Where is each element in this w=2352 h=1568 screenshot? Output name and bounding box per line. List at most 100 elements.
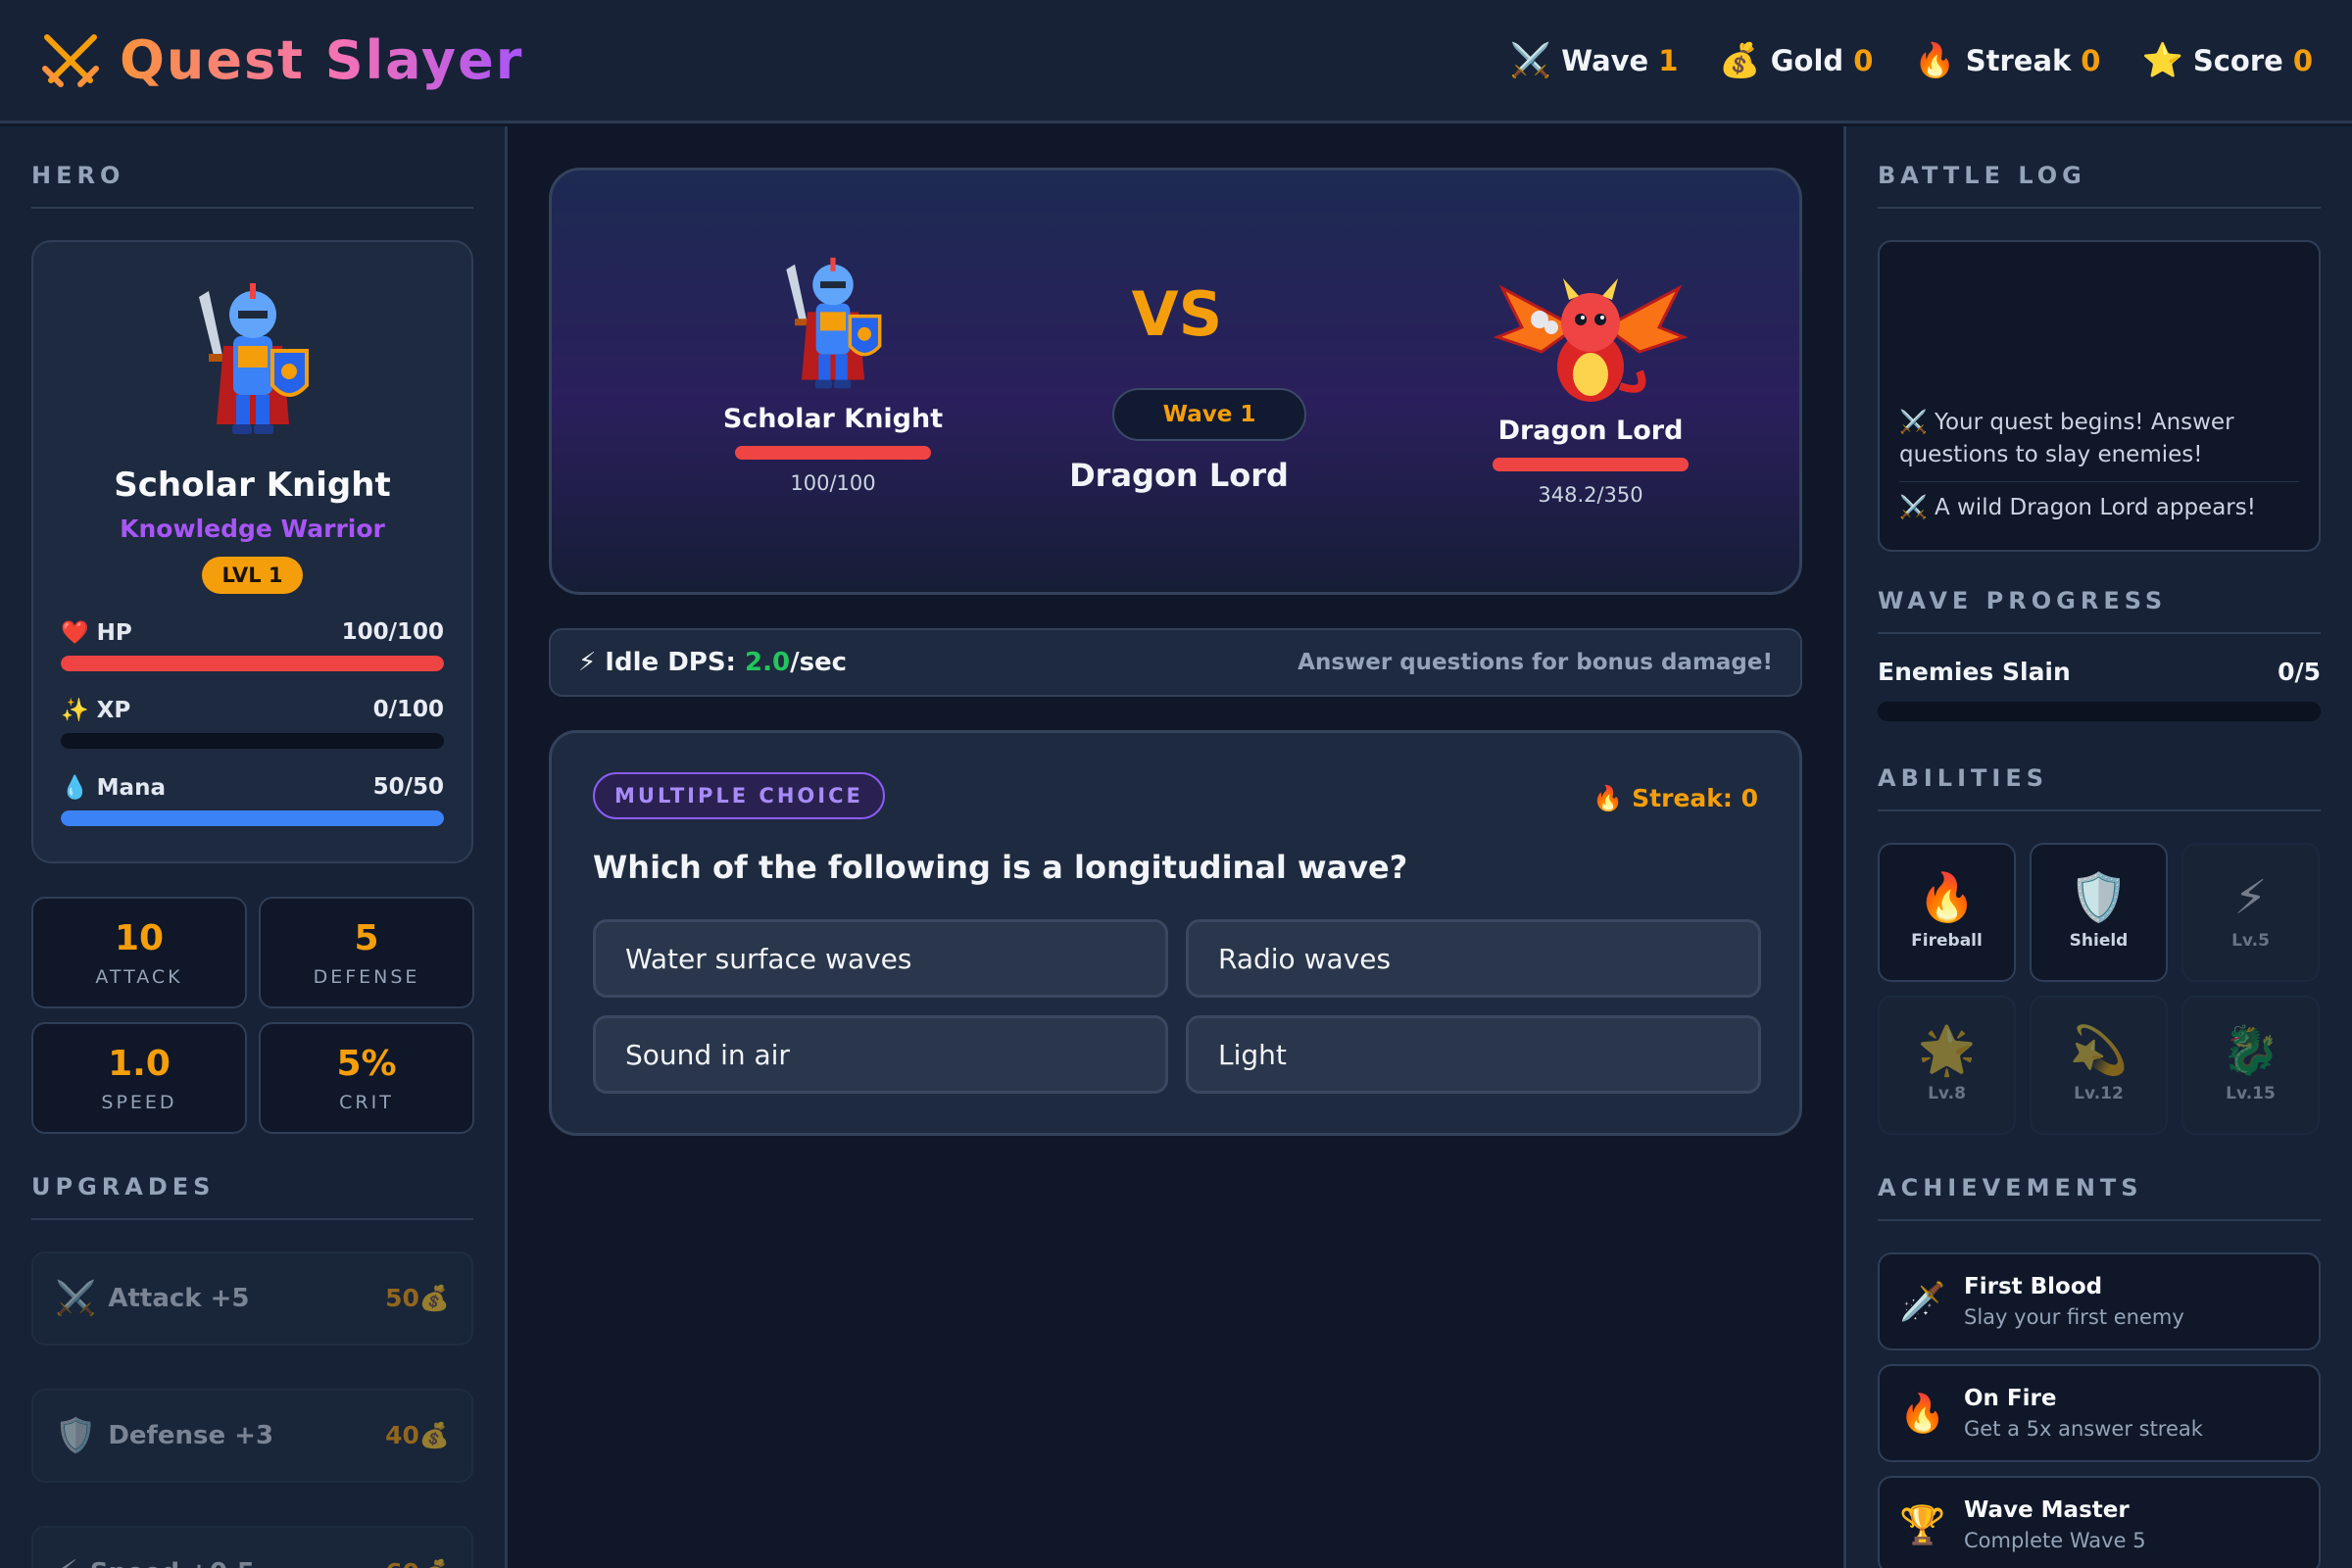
xp-row: ✨ XP 0/100: [61, 697, 444, 723]
stat-streak: 🔥 Streak 0: [1914, 41, 2100, 80]
enemy-hp-bar: [1493, 458, 1689, 471]
mana-bar-fill: [61, 810, 444, 826]
stat-value: 1.0: [108, 1043, 171, 1084]
trophy-icon: 🏆: [1899, 1502, 1946, 1546]
ability-shield-button[interactable]: 🛡️ Shield: [2030, 843, 2168, 982]
upgrade-attack-button[interactable]: ⚔️ Attack +5 50💰: [31, 1251, 473, 1346]
hero-combatant: Scholar Knight 100/100: [706, 237, 960, 495]
stat-label: ATTACK: [95, 965, 183, 988]
enemy-name: Dragon Lord: [1497, 416, 1684, 446]
header-stats: ⚔️ Wave 1 💰 Gold 0 🔥 Streak 0 ⭐ Score 0: [1510, 41, 2313, 80]
upgrade-cost: 40💰: [385, 1421, 450, 1449]
question-text: Which of the following is a longitudinal…: [593, 849, 1408, 886]
stat-score: ⭐ Score 0: [2141, 41, 2313, 80]
question-type-badge: MULTIPLE CHOICE: [593, 772, 885, 819]
answer-option[interactable]: Water surface waves: [593, 919, 1168, 998]
abilities-title: ABILITIES: [1878, 764, 2321, 811]
hero-stats: 10 ATTACK 5 DEFENSE 1.0 SPEED 5% CRIT: [31, 897, 474, 1134]
stat-gold: 💰 Gold 0: [1719, 41, 1873, 80]
answer-option[interactable]: Light: [1186, 1015, 1761, 1094]
stat-crit: 5% CRIT: [259, 1022, 474, 1134]
swords-icon: ⚔️: [1509, 40, 1552, 80]
abilities-grid: 🔥 Fireball 🛡️ Shield ⚡ Lv.5 🌟 Lv.8 💫 Lv.…: [1878, 843, 2321, 1135]
shield-icon: 🛡️: [2069, 870, 2129, 925]
bonus-hint: Answer questions for bonus damage!: [1298, 650, 1773, 675]
mana-bar: [61, 810, 444, 826]
upgrade-cost: 50💰: [385, 1284, 450, 1312]
enemies-slain-value: 0/5: [2278, 658, 2321, 686]
shield-icon: 🛡️: [55, 1416, 97, 1455]
streak-counter: 🔥 Streak: 0: [1592, 784, 1758, 812]
battle-arena: Scholar Knight 100/100 VS Wave 1 Dragon …: [549, 168, 1802, 595]
xp-value: 0/100: [372, 697, 444, 722]
ability-locked-lv5: ⚡ Lv.5: [2181, 843, 2320, 982]
hero-battle-name: Scholar Knight: [722, 404, 944, 434]
hero-class: Knowledge Warrior: [120, 514, 385, 543]
main-area: Scholar Knight 100/100 VS Wave 1 Dragon …: [508, 126, 1843, 1568]
hp-row: ❤️ HP 100/100: [61, 619, 444, 646]
star-icon: ⭐: [2141, 40, 2183, 80]
xp-label: XP: [96, 698, 131, 723]
question-card: MULTIPLE CHOICE 🔥 Streak: 0 Which of the…: [549, 730, 1802, 1136]
upgrade-speed-button[interactable]: ⚡ Speed +0.5 60💰: [31, 1526, 473, 1568]
dragon-icon: 🐉: [2221, 1023, 2280, 1078]
hp-label: HP: [96, 620, 132, 646]
ability-locked-lv12: 💫 Lv.12: [2030, 996, 2168, 1135]
ability-label: Shield: [2069, 931, 2129, 951]
fire-icon: 🔥: [1917, 870, 1977, 925]
log-entry: ⚔️ Your quest begins! Answer questions t…: [1899, 397, 2299, 482]
ability-label: Fireball: [1911, 931, 1983, 951]
wave-badge: Wave 1: [1112, 388, 1306, 441]
battle-log[interactable]: ⚔️ Your quest begins! Answer questions t…: [1878, 240, 2321, 552]
top-bar: Quest Slayer ⚔️ Wave 1 💰 Gold 0 🔥 Streak…: [0, 0, 2352, 123]
mana-label: Mana: [96, 775, 166, 801]
answer-option[interactable]: Sound in air: [593, 1015, 1168, 1094]
stat-attack: 10 ATTACK: [31, 897, 247, 1008]
answer-option[interactable]: Radio waves: [1186, 919, 1761, 998]
upgrade-label: Speed +0.5: [90, 1558, 255, 1568]
upgrade-defense-button[interactable]: 🛡️ Defense +3 40💰: [31, 1389, 473, 1483]
enemy-combatant: Dragon Lord 348.2/350: [1463, 259, 1718, 507]
upgrades-section-title: UPGRADES: [31, 1173, 473, 1220]
stat-label: CRIT: [339, 1091, 394, 1113]
stat-speed: 1.0 SPEED: [31, 1022, 247, 1134]
droplet-icon: 💧: [61, 775, 89, 801]
hero-name: Scholar Knight: [114, 466, 391, 505]
stat-defense: 5 DEFENSE: [259, 897, 474, 1008]
lightning-icon: ⚡: [2233, 870, 2268, 925]
stat-value: 0: [2081, 43, 2101, 77]
lightning-icon: ⚡: [55, 1553, 78, 1568]
upgrade-cost: 60💰: [385, 1558, 450, 1568]
stat-label: SPEED: [101, 1091, 177, 1113]
stat-label: Score: [2192, 43, 2283, 77]
dizzy-star-icon: 💫: [2069, 1023, 2129, 1078]
ability-fireball-button[interactable]: 🔥 Fireball: [1878, 843, 2016, 982]
achievement-on-fire: 🔥 On Fire Get a 5x answer streak: [1878, 1364, 2321, 1462]
left-panel: HERO Scholar Knight Knowledge Warrior LV…: [0, 126, 508, 1568]
sparkles-icon: ✨: [61, 698, 89, 723]
achievement-desc: Get a 5x answer streak: [1964, 1417, 2203, 1441]
stat-value: 0: [1853, 43, 1874, 77]
xp-bar: [61, 733, 444, 749]
wave-progress-title: WAVE PROGRESS: [1878, 587, 2321, 634]
upgrade-label: Defense +3: [108, 1421, 274, 1450]
idle-dps-value: 2.0: [745, 648, 791, 677]
enemies-slain-label: Enemies Slain: [1878, 658, 2071, 686]
ability-label: Lv.15: [2226, 1084, 2276, 1103]
right-panel: BATTLE LOG ⚔️ Your quest begins! Answer …: [1843, 126, 2352, 1568]
ability-label: Lv.8: [1928, 1084, 1966, 1103]
star-icon: 🌟: [1917, 1023, 1977, 1078]
answer-options: Water surface waves Radio waves Sound in…: [593, 919, 1761, 1094]
knight-icon: [786, 257, 882, 389]
stat-value: 0: [2292, 43, 2313, 77]
idle-dps-unit: /sec: [790, 648, 848, 677]
stat-value: 10: [114, 917, 165, 958]
stat-value: 5: [354, 917, 379, 958]
achievement-wave-master: 🏆 Wave Master Complete Wave 5: [1878, 1476, 2321, 1568]
hp-value: 100/100: [341, 619, 444, 645]
vs-label: VS: [1131, 278, 1223, 350]
heart-icon: ❤️: [61, 620, 89, 646]
stat-label: Wave: [1561, 43, 1649, 77]
hero-card: Scholar Knight Knowledge Warrior LVL 1 ❤…: [31, 240, 473, 863]
upgrade-label: Attack +5: [108, 1284, 250, 1313]
